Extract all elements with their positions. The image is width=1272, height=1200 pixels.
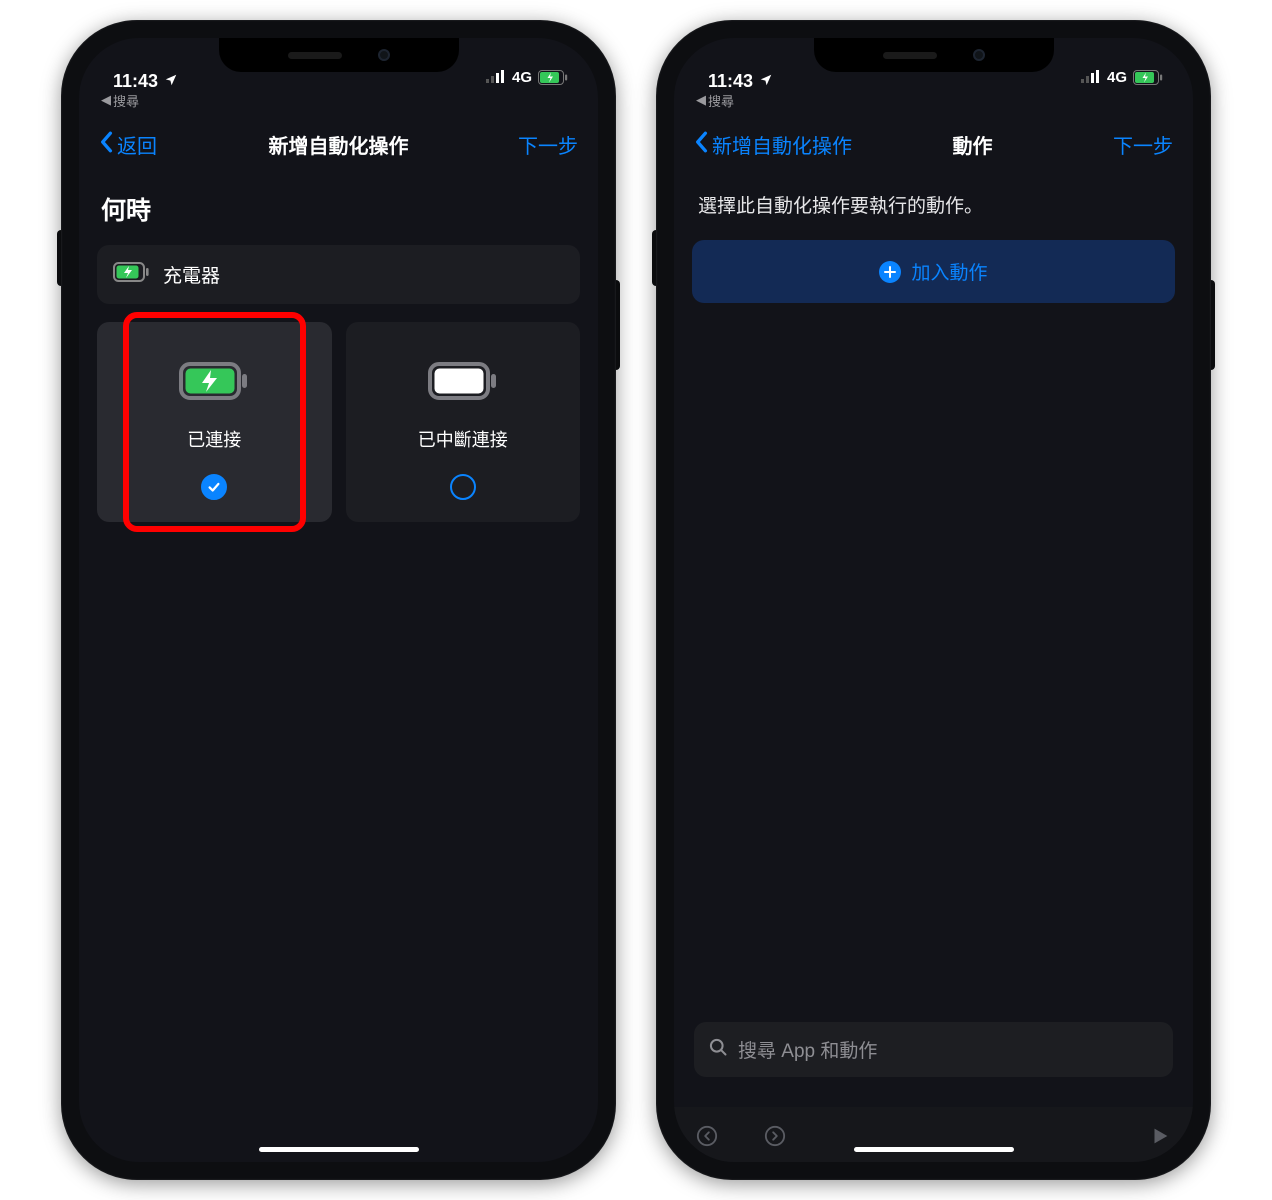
option-grid: 已連接 已中斷連接: [97, 322, 580, 522]
location-icon: [759, 72, 773, 90]
nav-back-label: 返回: [117, 130, 157, 159]
network-label: 4G: [1107, 69, 1127, 86]
redo-icon[interactable]: [764, 1125, 786, 1152]
nav-title: 動作: [953, 130, 993, 159]
back-to-app[interactable]: ◀ 搜尋: [79, 92, 598, 110]
chevron-left-icon: [694, 131, 708, 159]
chevron-left-icon: ◀: [696, 92, 706, 108]
battery-charging-icon: [1133, 70, 1163, 85]
signal-icon: [486, 67, 506, 88]
section-title: 何時: [97, 187, 580, 227]
chevron-left-icon: ◀: [101, 92, 111, 108]
nav-next-button[interactable]: 下一步: [498, 130, 578, 159]
add-action-button[interactable]: 加入動作: [692, 240, 1175, 303]
location-icon: [164, 72, 178, 90]
nav-back-label: 新增自動化操作: [712, 130, 852, 159]
nav-next-button[interactable]: 下一步: [1093, 130, 1173, 159]
nav-title: 新增自動化操作: [269, 130, 409, 159]
notch: [219, 38, 459, 72]
screen: 11:43 4G ◀ 搜尋: [79, 38, 598, 1162]
phone-right: 11:43 4G ◀ 搜尋: [656, 20, 1211, 1180]
add-action-label: 加入動作: [911, 258, 987, 285]
play-icon[interactable]: [1149, 1125, 1171, 1152]
battery-full-icon: [428, 358, 498, 404]
option-label: 已中斷連接: [418, 426, 508, 452]
radio-checked-icon: [201, 474, 227, 500]
home-indicator[interactable]: [259, 1147, 419, 1152]
search-icon: [708, 1037, 728, 1063]
prompt-text: 選擇此自動化操作要執行的動作。: [692, 187, 1175, 222]
nav-back-button[interactable]: 新增自動化操作: [694, 130, 852, 159]
option-connected[interactable]: 已連接: [97, 322, 332, 522]
chevron-left-icon: [99, 131, 113, 159]
signal-icon: [1081, 67, 1101, 88]
battery-charging-icon: [113, 262, 149, 288]
bottom-toolbar: [674, 1107, 1193, 1162]
undo-icon[interactable]: [696, 1125, 718, 1152]
search-placeholder: 搜尋 App 和動作: [738, 1036, 877, 1063]
back-to-app[interactable]: ◀ 搜尋: [674, 92, 1193, 110]
radio-unchecked-icon: [450, 474, 476, 500]
plus-circle-icon: [879, 261, 901, 283]
home-indicator[interactable]: [854, 1147, 1014, 1152]
nav-bar: 返回 新增自動化操作 下一步: [79, 110, 598, 173]
nav-next-label: 下一步: [1113, 130, 1173, 159]
option-disconnected[interactable]: 已中斷連接: [346, 322, 581, 522]
content: 何時 充電器 已連接: [79, 173, 598, 1162]
network-label: 4G: [512, 69, 532, 86]
battery-charging-icon: [538, 70, 568, 85]
notch: [814, 38, 1054, 72]
status-time: 11:43: [113, 72, 158, 90]
option-label: 已連接: [187, 426, 241, 452]
status-time: 11:43: [708, 72, 753, 90]
nav-next-label: 下一步: [518, 130, 578, 159]
phone-left: 11:43 4G ◀ 搜尋: [61, 20, 616, 1180]
battery-charging-icon: [179, 358, 249, 404]
search-field[interactable]: 搜尋 App 和動作: [694, 1022, 1173, 1077]
trigger-label: 充電器: [163, 261, 220, 288]
trigger-row[interactable]: 充電器: [97, 245, 580, 304]
screen: 11:43 4G ◀ 搜尋: [674, 38, 1193, 1162]
nav-bar: 新增自動化操作 動作 下一步: [674, 110, 1193, 173]
content: 選擇此自動化操作要執行的動作。 加入動作 搜尋 App 和動作: [674, 173, 1193, 1162]
nav-back-button[interactable]: 返回: [99, 130, 179, 159]
